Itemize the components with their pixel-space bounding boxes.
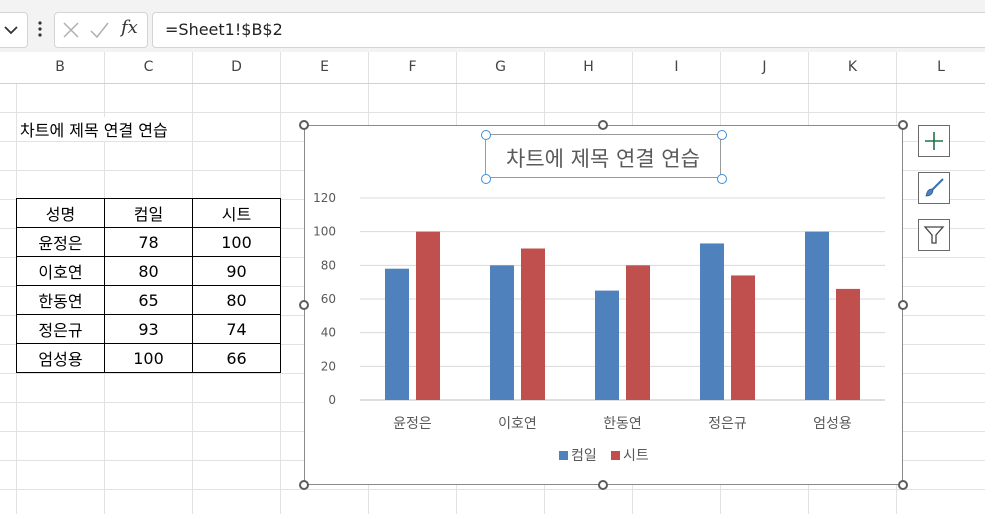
resize-handle[interactable] [299, 120, 309, 130]
x-tick-label: 엄성용 [813, 416, 852, 432]
table-row: 윤정은 78 100 [16, 227, 281, 257]
table-cell[interactable]: 100 [192, 227, 281, 257]
bar-series2[interactable] [521, 248, 545, 401]
enter-check-icon[interactable] [89, 20, 109, 40]
chart-object[interactable]: 0 20 40 60 80 100 120 윤정은 이호연 한동연 정은규 엄성용 컴일 시트 차트에 … [304, 125, 903, 485]
table-cell[interactable]: 100 [104, 343, 193, 373]
table-row: 정은규 93 74 [16, 314, 281, 344]
table-header-row: 성명 컴일 시트 [16, 198, 281, 228]
resize-handle[interactable] [299, 480, 309, 490]
insert-function-button[interactable]: fx [121, 17, 138, 38]
table-cell[interactable]: 정은규 [16, 314, 105, 344]
chart-title-box[interactable]: 차트에 제목 연결 연습 [485, 134, 721, 178]
chart-title: 차트에 제목 연결 연습 [506, 147, 700, 171]
bar-series2[interactable] [836, 288, 860, 400]
column-header-k[interactable]: K [809, 52, 897, 83]
column-header-g[interactable]: G [457, 52, 545, 83]
y-tick-label: 60 [321, 292, 336, 306]
formula-text: =Sheet1!$B$2 [165, 20, 283, 39]
cell-b2[interactable]: 차트에 제목 연결 연습 [20, 117, 174, 141]
y-tick-label: 40 [321, 326, 336, 340]
data-table: 성명 컴일 시트 윤정은 78 100 이호연 80 90 한동연 65 80 … [16, 198, 281, 373]
table-cell[interactable]: 90 [192, 256, 281, 286]
filter-icon [923, 226, 945, 244]
column-header-j[interactable]: J [721, 52, 809, 83]
x-tick-label: 윤정은 [393, 416, 432, 432]
title-handle[interactable] [717, 130, 727, 140]
table-cell[interactable]: 이호연 [16, 256, 105, 286]
column-header-l[interactable]: L [897, 52, 985, 83]
y-tick-label: 100 [313, 225, 336, 239]
grid-row-line [0, 112, 985, 113]
column-header-i[interactable]: I [633, 52, 721, 83]
cancel-icon[interactable] [61, 20, 81, 40]
resize-handle[interactable] [898, 300, 908, 310]
table-cell[interactable]: 78 [104, 227, 193, 257]
x-tick-label: 한동연 [603, 416, 642, 432]
table-cell[interactable]: 윤정은 [16, 227, 105, 257]
formula-bar: fx =Sheet1!$B$2 [0, 0, 985, 52]
resize-handle[interactable] [598, 480, 608, 490]
table-row: 이호연 80 90 [16, 256, 281, 286]
formula-input[interactable]: =Sheet1!$B$2 [152, 12, 985, 48]
bar-series1[interactable] [595, 290, 619, 400]
chart-styles-button[interactable] [918, 172, 950, 204]
header-cell-computer[interactable]: 컴일 [104, 198, 193, 228]
bar-series2[interactable] [416, 231, 440, 400]
table-cell[interactable]: 엄성용 [16, 343, 105, 373]
table-cell[interactable]: 80 [192, 285, 281, 315]
table-cell[interactable]: 93 [104, 314, 193, 344]
column-header-d[interactable]: D [193, 52, 281, 83]
table-cell[interactable]: 65 [104, 285, 193, 315]
plus-icon [925, 132, 943, 150]
y-tick-label: 80 [321, 258, 336, 272]
legend-label: 컴일 [571, 448, 597, 464]
column-header-h[interactable]: H [545, 52, 633, 83]
bar-series2[interactable] [626, 265, 650, 400]
bar-series1[interactable] [490, 265, 514, 400]
table-cell[interactable]: 66 [192, 343, 281, 373]
bar-series1[interactable] [385, 268, 409, 400]
resize-handle[interactable] [299, 300, 309, 310]
name-box-dropdown[interactable] [0, 12, 28, 48]
title-handle[interactable] [717, 174, 727, 184]
y-tick-label: 20 [321, 359, 336, 373]
chart-plot: 0 20 40 60 80 100 120 윤정은 이호연 한동연 정은규 엄성용 컴일 시트 [313, 191, 885, 464]
resize-handle[interactable] [898, 480, 908, 490]
bar-series1[interactable] [805, 231, 829, 400]
formula-actions: fx [54, 12, 148, 48]
bar-series2[interactable] [731, 275, 755, 400]
table-cell[interactable]: 74 [192, 314, 281, 344]
more-options-icon[interactable] [36, 20, 44, 38]
chart-filters-button[interactable] [918, 219, 950, 251]
legend-swatch [611, 451, 620, 460]
table-row: 엄성용 100 66 [16, 343, 281, 373]
resize-handle[interactable] [898, 120, 908, 130]
y-tick-label: 120 [313, 191, 336, 205]
column-header-f[interactable]: F [369, 52, 457, 83]
title-handle[interactable] [481, 174, 491, 184]
brush-icon [925, 178, 944, 197]
table-cell[interactable]: 80 [104, 256, 193, 286]
chart-elements-button[interactable] [918, 125, 950, 157]
legend-swatch [559, 451, 568, 460]
column-header-row: B C D E F G H I J K L [0, 52, 985, 84]
grid-row-line [0, 489, 985, 490]
column-header-c[interactable]: C [105, 52, 193, 83]
column-header-e[interactable]: E [281, 52, 369, 83]
header-cell-sheet[interactable]: 시트 [192, 198, 281, 228]
chevron-down-icon [4, 26, 18, 35]
legend-label: 시트 [623, 448, 649, 464]
table-row: 한동연 65 80 [16, 285, 281, 315]
table-cell[interactable]: 한동연 [16, 285, 105, 315]
title-handle[interactable] [481, 130, 491, 140]
column-header-b[interactable]: B [16, 52, 105, 83]
header-cell-name[interactable]: 성명 [16, 198, 105, 228]
x-tick-label: 이호연 [498, 416, 537, 432]
bar-series1[interactable] [700, 243, 724, 400]
resize-handle[interactable] [598, 120, 608, 130]
y-tick-label: 0 [328, 393, 336, 407]
x-tick-label: 정은규 [708, 416, 747, 432]
